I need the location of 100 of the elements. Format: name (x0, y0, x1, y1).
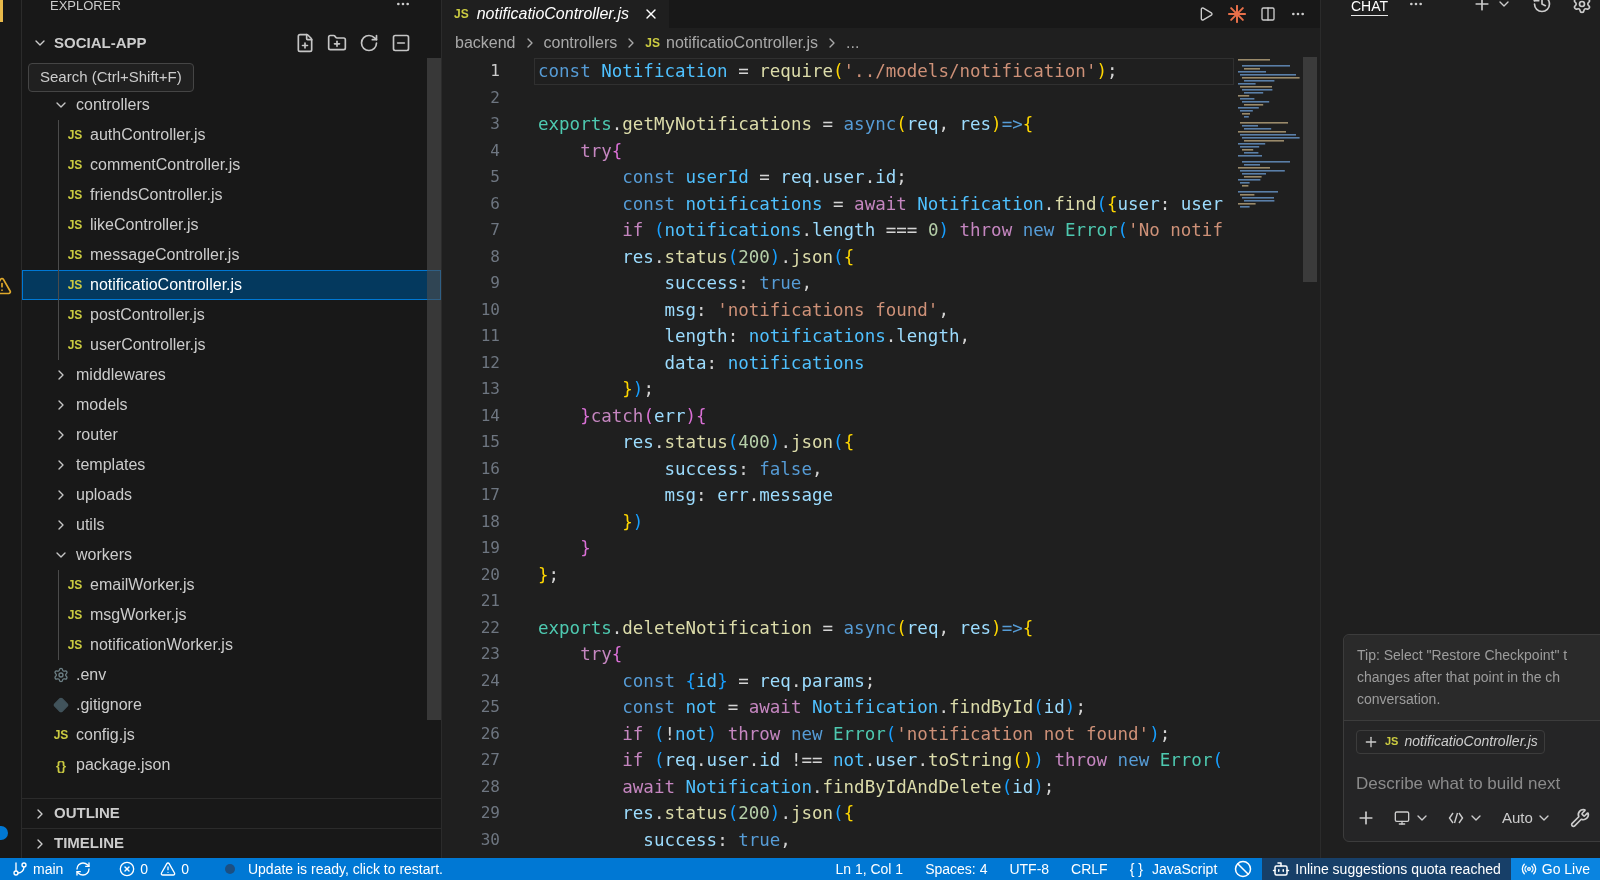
file-item[interactable]: JS msgWorker.js (22, 600, 441, 630)
errors-button[interactable]: 0 (113, 858, 155, 880)
tools-icon[interactable] (1569, 807, 1590, 828)
folder-item[interactable]: controllers (22, 90, 441, 120)
code-line: res.status(200).json({ (621, 245, 855, 269)
file-item[interactable]: JS authController.js (22, 120, 441, 150)
status-item[interactable]: Ln 1, Col 1 (824, 858, 915, 880)
file-item[interactable]: JS notificatioController.js (22, 270, 441, 300)
line-number: 1 (489, 60, 500, 83)
file-item[interactable]: JS userController.js (22, 330, 441, 360)
line-number: 30 (479, 828, 500, 851)
js-file-icon: JS (65, 189, 85, 201)
error-icon (119, 861, 136, 877)
file-item[interactable]: JS messageController.js (22, 240, 441, 270)
breadcrumb-item[interactable]: JS notificatioController.js (645, 30, 819, 55)
js-file-icon: JS (65, 129, 85, 141)
code-line: if (req.user.id !== not.user.toString()) throw new Error( (621, 749, 1223, 773)
broadcast-icon (1520, 861, 1537, 877)
folder-item[interactable]: workers (22, 540, 441, 570)
editor-tab[interactable]: JS notificatioController.js (442, 0, 670, 28)
folder-item[interactable]: models (22, 390, 441, 420)
code-line: data: notifications (663, 351, 865, 375)
file-item[interactable]: JS emailWorker.js (22, 570, 441, 600)
line-number: 9 (489, 272, 500, 295)
status-item[interactable]: Spaces: 4 (914, 858, 999, 880)
line-number: 13 (479, 378, 500, 401)
line-number: 5 (489, 166, 500, 189)
refresh-icon[interactable] (359, 33, 379, 53)
folder-item[interactable]: templates (22, 450, 441, 480)
line-number: 28 (479, 775, 500, 798)
go-live-button[interactable]: Go Live (1510, 858, 1600, 880)
warning-icon (160, 861, 177, 877)
status-item[interactable]: CRLF (1060, 858, 1119, 880)
collapse-icon[interactable] (391, 33, 411, 53)
breadcrumb-item[interactable]: backend (455, 30, 516, 55)
robot-icon (1272, 860, 1291, 878)
line-number: 8 (489, 245, 500, 268)
branch-icon (12, 861, 28, 877)
panel-section-header[interactable]: OUTLINE (22, 798, 441, 828)
model-picker[interactable]: Auto (1502, 806, 1552, 829)
folder-item[interactable]: utils (22, 510, 441, 540)
line-number: 29 (479, 802, 500, 825)
split-editor-icon[interactable] (1260, 6, 1276, 22)
file-item[interactable]: JS postController.js (22, 300, 441, 330)
breadcrumb-item[interactable]: ... (846, 30, 860, 55)
file-item[interactable]: JS likeController.js (22, 210, 441, 240)
code-line: const {id} = req.params; (621, 669, 876, 693)
folder-item[interactable]: uploads (22, 480, 441, 510)
tip-text: conversation. (1357, 689, 1442, 709)
line-number: 19 (479, 537, 500, 560)
branch-button[interactable]: main (6, 858, 70, 880)
status-item[interactable]: UTF-8 (998, 858, 1061, 880)
code-line: }); (621, 378, 654, 402)
tip-text: Tip: Select "Restore Checkpoint" t (1357, 645, 1569, 665)
json-file-icon: {} (51, 758, 71, 772)
file-item[interactable]: .gitignore (22, 690, 441, 720)
line-number: 15 (479, 431, 500, 454)
quota-button[interactable]: Inline suggestions quota reached (1262, 858, 1511, 880)
js-file-icon: JS (1385, 733, 1399, 750)
file-item[interactable]: JS notificationWorker.js (22, 630, 441, 660)
run-icon[interactable] (1198, 6, 1214, 22)
gear-icon (53, 667, 69, 683)
language-button[interactable]: { } JavaScript (1118, 858, 1229, 880)
folder-item[interactable]: middlewares (22, 360, 441, 390)
scrollbar-thumb[interactable] (1303, 57, 1317, 282)
scrollbar-thumb[interactable] (427, 58, 441, 720)
chat-input[interactable]: Describe what to build next (1356, 768, 1600, 799)
file-item[interactable]: JS friendsController.js (22, 180, 441, 210)
line-number: 10 (479, 298, 500, 321)
file-item[interactable]: JS commentController.js (22, 150, 441, 180)
file-item[interactable]: {} package.json (22, 750, 441, 780)
js-file-icon: JS (65, 609, 85, 621)
code-line: try{ (579, 139, 623, 163)
spark-icon[interactable] (1228, 5, 1246, 23)
js-file-icon: JS (65, 339, 85, 351)
chat-tab[interactable]: CHAT (1351, 0, 1389, 16)
breadcrumb-item[interactable]: controllers (543, 30, 618, 55)
js-file-icon: JS (65, 639, 85, 651)
settings-icon[interactable] (1572, 0, 1592, 14)
line-number: 21 (479, 590, 500, 613)
new-folder-icon[interactable] (327, 33, 347, 53)
workspace-header[interactable]: SOCIAL-APP (32, 31, 147, 55)
tip-text: changes after that point in the ch (1357, 667, 1562, 687)
line-number: 22 (479, 616, 500, 639)
history-icon[interactable] (1532, 0, 1552, 14)
update-button[interactable]: Update is ready, click to restart. (218, 858, 449, 880)
file-item[interactable]: JS config.js (22, 720, 441, 750)
warnings-button[interactable]: 0 (154, 858, 195, 880)
file-item[interactable]: .env (22, 660, 441, 690)
code-line: success: true, (642, 828, 791, 852)
line-number: 23 (479, 643, 500, 666)
js-file-icon: JS (65, 579, 85, 591)
code-line: length: notifications.length, (663, 325, 970, 349)
line-number: 12 (479, 351, 500, 374)
line-number: 18 (479, 510, 500, 533)
folder-item[interactable]: router (22, 420, 441, 450)
line-number: 3 (489, 113, 500, 136)
attachment-chip[interactable]: JS notificatioController.js (1356, 729, 1545, 754)
line-number: 25 (479, 696, 500, 719)
new-file-icon[interactable] (295, 33, 315, 53)
